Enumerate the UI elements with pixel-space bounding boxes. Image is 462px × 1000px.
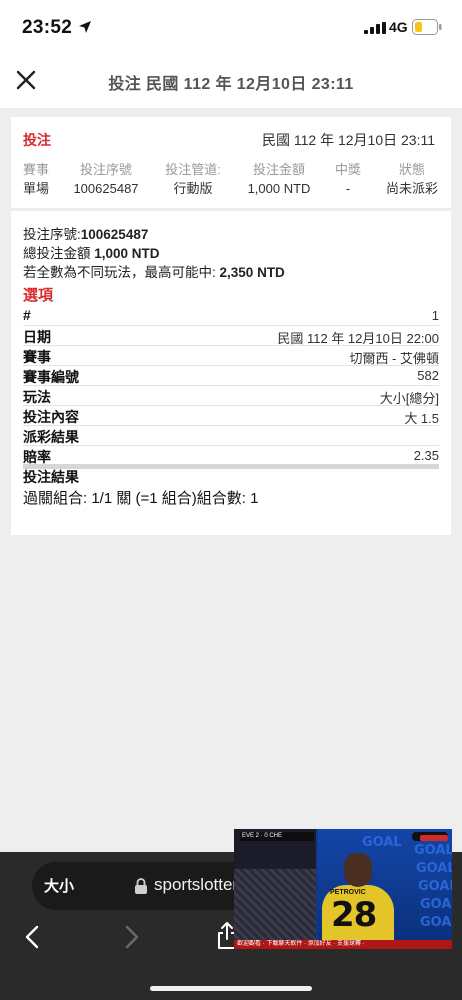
col-status: 狀態 尚未派彩 (385, 162, 438, 196)
wall-text: GOAL (420, 897, 452, 912)
jersey-number: 28 (331, 895, 377, 935)
picture-in-picture-video[interactable]: GOAL GOAL GOAL GOAL GOAL GOAL PETROVIC 2… (234, 829, 452, 949)
page-header: 投注 民國 112 年 12月10日 23:11 (0, 56, 462, 108)
wall-text: GOAL (420, 915, 452, 930)
col-event: 賽事 單場 (22, 162, 49, 196)
bet-title: 投注 (23, 132, 51, 148)
bet-result-label: 投注結果 (23, 469, 79, 485)
detail-row-date: 日期 民國 112 年 12月10日 22:00 (23, 326, 439, 346)
status-time: 23:52 (22, 17, 73, 38)
status-bar: 23:52 4G (0, 0, 462, 56)
location-arrow-icon (79, 21, 91, 33)
battery-icon (412, 19, 442, 35)
bet-date: 民國 112 年 12月10日 23:11 (261, 132, 435, 148)
lock-icon (135, 878, 147, 894)
detail-row-match: 賽事 切爾西 - 艾佛頓 (23, 346, 439, 366)
forward-icon[interactable] (122, 924, 142, 950)
detail-row-match-id: 賽事編號 582 (23, 368, 439, 386)
wall-text: GOAL (418, 879, 452, 894)
wall-text: GOAL (414, 843, 452, 858)
detail-row-number: #1 (23, 306, 439, 326)
col-amount: 投注金額 1,000 NTD (247, 162, 311, 196)
col-win: 中獎 - (334, 162, 361, 196)
scoreboard: EVE 2 · 0 CHE (240, 832, 314, 841)
col-serial: 投注序號 100625487 (73, 162, 139, 196)
detail-row-payout: 派彩結果 (23, 426, 439, 446)
serial-line: 投注序號:100625487 (23, 227, 149, 242)
live-badge (420, 835, 448, 841)
text-size-button[interactable]: 大小 (44, 875, 74, 896)
section-divider (23, 464, 439, 469)
detail-row-play-type: 玩法 大小[總分] (23, 386, 439, 406)
detail-row-bet-content: 投注內容大 1.5 (23, 406, 439, 426)
network-type: 4G (389, 19, 408, 35)
page-title: 投注 民國 112 年 12月10日 23:11 (108, 76, 354, 93)
wall-text: GOAL (416, 861, 452, 876)
cellular-signal-icon (364, 22, 386, 34)
bet-summary-card: 投注 民國 112 年 12月10日 23:11 賽事 單場 投注序號 1006… (11, 117, 451, 208)
player-head (344, 853, 372, 887)
max-win-line: 若全數為不同玩法，最高可能中: 2,350 NTD (23, 265, 285, 280)
col-channel: 投注管道: 行動版 (165, 162, 221, 196)
bet-detail-card: 投注序號:100625487 總投注金額 1,000 NTD 若全數為不同玩法，… (11, 211, 451, 535)
wall-text: GOAL (362, 835, 402, 850)
bet-summary-columns: 賽事 單場 投注序號 100625487 投注管道: 行動版 投注金額 1,00… (11, 161, 451, 201)
total-line: 總投注金額 1,000 NTD (23, 246, 160, 261)
detail-row-odds: 賠率 2.35 (23, 448, 439, 466)
home-indicator (150, 986, 312, 991)
crowd (234, 869, 316, 941)
back-icon[interactable] (22, 924, 42, 950)
options-title: 選項 (23, 287, 54, 304)
video-ticker: 歡迎觀看 · 下載聊天軟件 · 添加好友 · 支援球賽 · (234, 940, 452, 949)
combo-text: 過關組合: 1/1 關 (=1 組合)組合數: 1 (23, 490, 259, 507)
